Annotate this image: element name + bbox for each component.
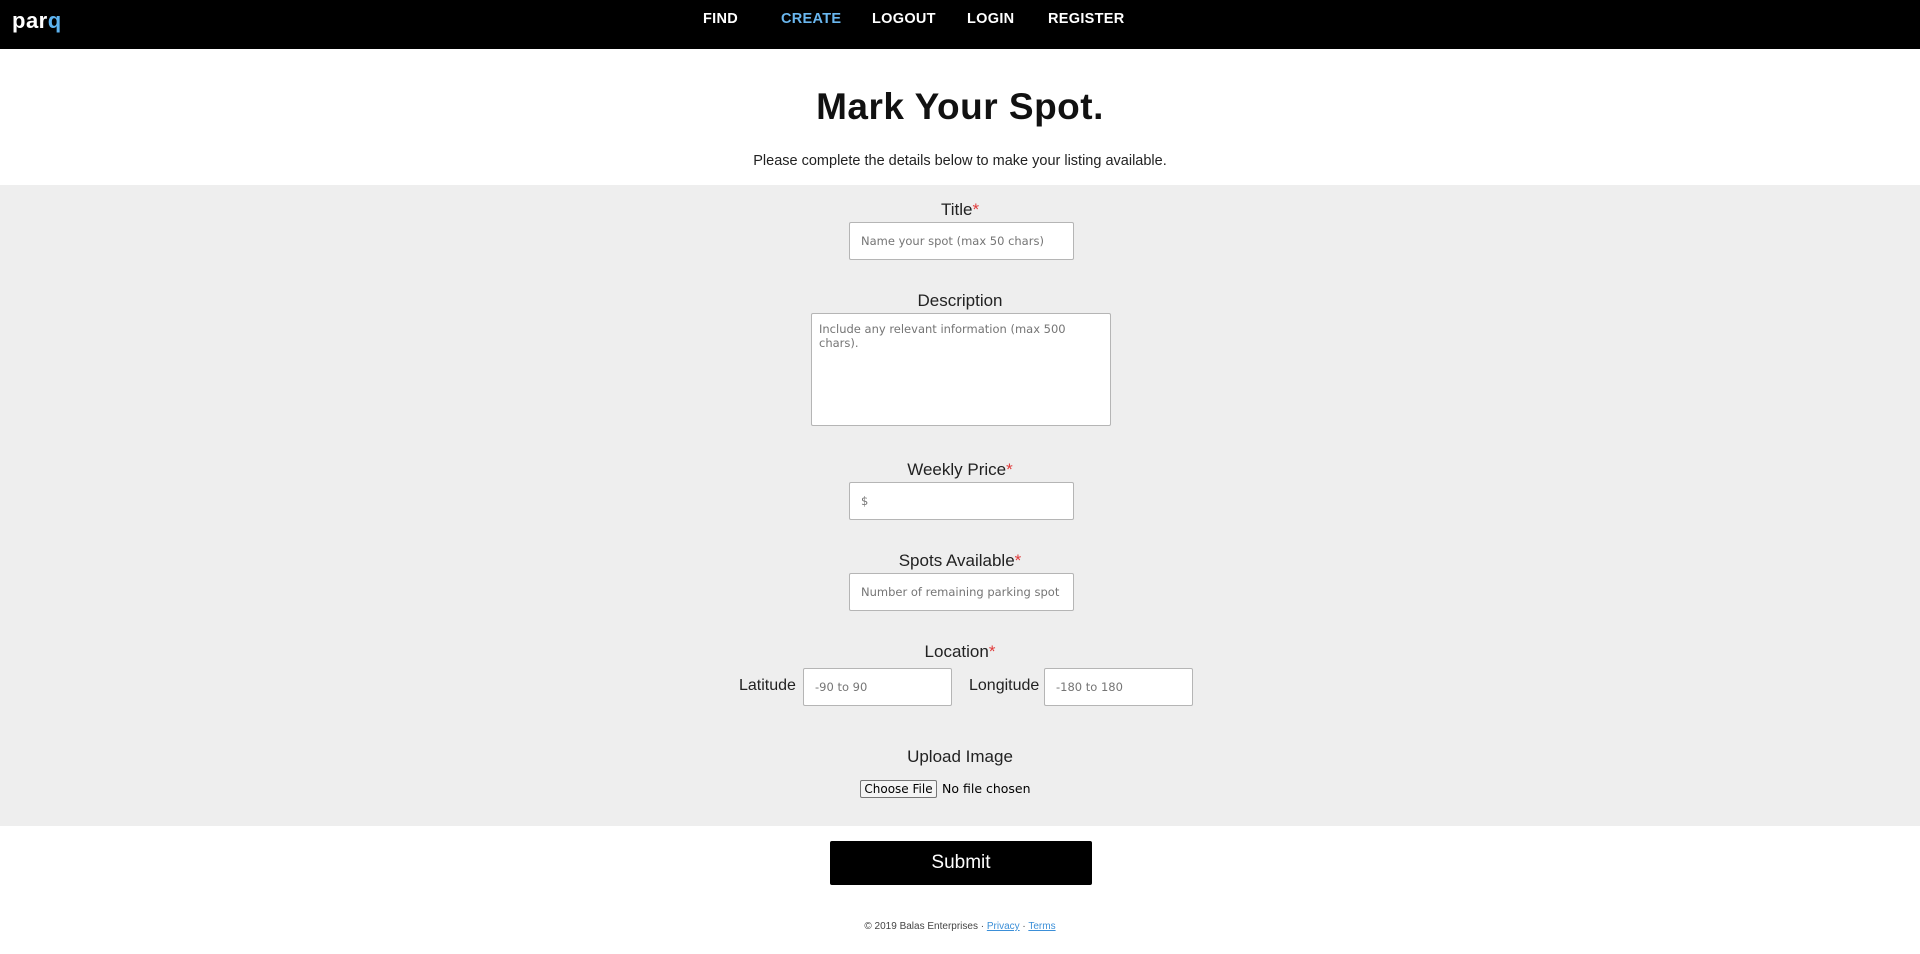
terms-link[interactable]: Terms — [1028, 921, 1055, 932]
title-label-text: Title — [940, 200, 973, 219]
description-textarea[interactable] — [811, 313, 1111, 426]
page: parq FIND CREATE LOGOUT LOGIN REGISTER M… — [0, 0, 1920, 954]
spots-available-input[interactable] — [849, 573, 1074, 611]
nav-logout[interactable]: LOGOUT — [872, 11, 936, 27]
logo[interactable]: parq — [12, 8, 62, 34]
longitude-input[interactable] — [1044, 668, 1193, 706]
file-status: No file chosen — [942, 781, 1031, 796]
location-label: Location* — [0, 642, 1920, 662]
required-marker: * — [988, 642, 996, 661]
spots-available-label-text: Spots Available — [898, 551, 1015, 570]
footer: © 2019 Balas Enterprises · Privacy · Ter… — [0, 921, 1920, 932]
title-input[interactable] — [849, 222, 1074, 260]
navbar: parq FIND CREATE LOGOUT LOGIN REGISTER — [0, 0, 1920, 49]
longitude-label: Longitude — [969, 677, 1040, 694]
title-label: Title* — [0, 200, 1920, 220]
nav-login[interactable]: LOGIN — [967, 11, 1014, 27]
nav-register[interactable]: REGISTER — [1048, 11, 1125, 27]
footer-copyright: © 2019 Balas Enterprises · — [864, 921, 987, 932]
description-label: Description — [917, 291, 1003, 310]
latitude-input[interactable] — [803, 668, 952, 706]
spots-available-label: Spots Available* — [0, 551, 1920, 571]
logo-accent: q — [47, 8, 62, 33]
submit-button[interactable]: Submit — [830, 841, 1092, 885]
nav-find[interactable]: FIND — [703, 11, 738, 27]
logo-text: par — [12, 8, 48, 33]
upload-image-label: Upload Image — [907, 747, 1013, 766]
page-title: Mark Your Spot. — [816, 86, 1104, 127]
required-marker: * — [1014, 551, 1022, 570]
weekly-price-label: Weekly Price* — [0, 460, 1920, 480]
latitude-label: Latitude — [739, 677, 796, 694]
required-marker: * — [972, 200, 980, 219]
weekly-price-input[interactable] — [849, 482, 1074, 520]
page-subtitle: Please complete the details below to mak… — [753, 153, 1167, 169]
privacy-link[interactable]: Privacy — [987, 921, 1020, 932]
required-marker: * — [1006, 460, 1013, 479]
weekly-price-label-text: Weekly Price — [907, 460, 1007, 479]
nav-create[interactable]: CREATE — [781, 11, 841, 27]
location-label-text: Location — [924, 642, 989, 661]
choose-file-button[interactable]: Choose File — [860, 780, 937, 798]
